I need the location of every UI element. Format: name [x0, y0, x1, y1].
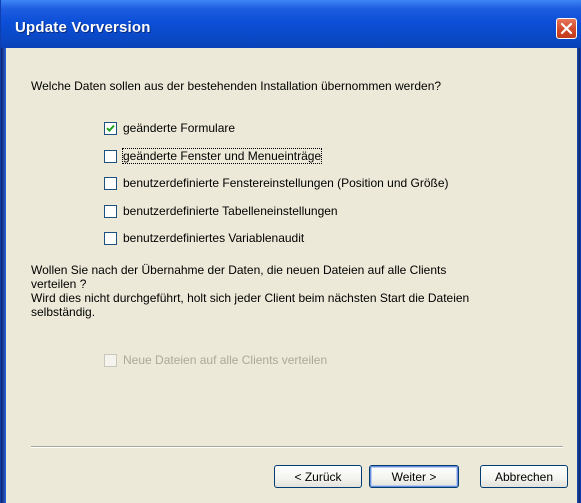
back-button[interactable]: < Zurück — [274, 465, 362, 488]
window-title: Update Vorversion — [15, 19, 151, 36]
checkbox[interactable] — [104, 176, 117, 190]
separator — [31, 446, 563, 448]
option-distribute-files: Neue Dateien auf alle Clients verteilen — [104, 352, 327, 368]
checkbox-disabled — [104, 353, 117, 367]
checkbox[interactable] — [104, 204, 117, 218]
close-icon — [560, 22, 573, 35]
distribute-text-line: selbständig. — [31, 305, 96, 319]
checkbox[interactable] — [104, 121, 117, 135]
close-button[interactable] — [556, 18, 577, 39]
checkmark-icon — [106, 124, 115, 132]
option-changed-forms[interactable]: geänderte Formulare — [104, 120, 235, 136]
cancel-button[interactable]: Abbrechen — [480, 465, 568, 488]
dialog-window: Update Vorversion Welche Daten sollen au… — [0, 0, 581, 503]
option-label: benutzerdefiniertes Variablenaudit — [123, 231, 305, 245]
checkbox[interactable] — [104, 149, 117, 163]
option-label: benutzerdefinierte Tabelleneinstellungen — [123, 204, 338, 218]
distribute-text-line: verteilen ? — [31, 277, 87, 291]
distribute-text-line: Wollen Sie nach der Übernahme der Daten,… — [31, 263, 447, 277]
title-bar[interactable]: Update Vorversion — [1, 0, 581, 48]
option-custom-table-settings[interactable]: benutzerdefinierte Tabelleneinstellungen — [104, 203, 338, 219]
option-custom-window-settings[interactable]: benutzerdefinierte Fenstereinstellungen … — [104, 175, 449, 191]
distribute-text-line: Wird dies nicht durchgeführt, holt sich … — [31, 291, 470, 305]
distribute-question: Wollen Sie nach der Übernahme der Daten,… — [31, 263, 551, 291]
option-label: geänderte Fenster und Menueinträge — [121, 148, 323, 164]
option-changed-windows-menus[interactable]: geänderte Fenster und Menueinträge — [104, 148, 323, 164]
option-label: benutzerdefinierte Fenstereinstellungen … — [123, 176, 449, 190]
next-button[interactable]: Weiter > — [369, 465, 459, 488]
dialog-content: Welche Daten sollen aus der bestehenden … — [6, 48, 577, 503]
option-label: Neue Dateien auf alle Clients verteilen — [123, 353, 328, 367]
option-label: geänderte Formulare — [123, 121, 236, 135]
question-text: Welche Daten sollen aus der bestehenden … — [31, 79, 442, 93]
option-custom-variable-audit[interactable]: benutzerdefiniertes Variablenaudit — [104, 230, 304, 246]
checkbox[interactable] — [104, 231, 117, 245]
distribute-note: Wird dies nicht durchgeführt, holt sich … — [31, 291, 551, 319]
